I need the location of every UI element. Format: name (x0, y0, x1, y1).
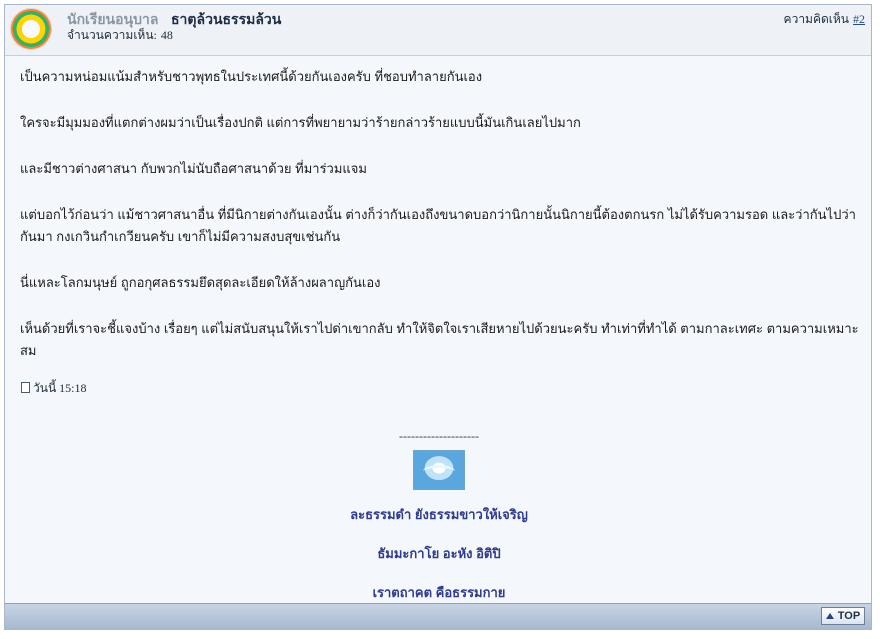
message-paragraph: และมีชาวต่างศาสนา กับพวกไม่นับถือศาสนาด้… (20, 161, 367, 176)
comment-number: ความคิดเห็น #2 (784, 10, 865, 29)
post-body: เป็นความหน่อมแน้มสำหรับชาวพุทธในประเทศนี… (20, 66, 860, 386)
signature-line: ธัมมะกาโย อะหัง อิติปิ (377, 546, 501, 561)
signature-line: เราตถาคต คือธรรมกาย (372, 585, 506, 600)
top-button-label: TOP (837, 610, 861, 622)
timestamp-text: วันนี้ 15:18 (33, 381, 87, 395)
signature: -------------------- ละธรรมดำ ยังธรรมขาว… (5, 429, 873, 603)
signature-line: ละธรรมดำ ยังธรรมขาวให้เจริญ (350, 507, 528, 522)
post-timestamp: วันนี้ 15:18 (21, 379, 86, 398)
arrow-up-icon (825, 613, 834, 619)
post-count: จำนวนความเห็น: 48 (67, 26, 173, 45)
post-footer: TOP (5, 603, 871, 629)
username[interactable]: ธาตุล้วนธรรมล้วน (171, 9, 281, 31)
signature-image (413, 450, 465, 490)
avatar[interactable] (10, 8, 52, 50)
comment-label: ความคิดเห็น (783, 12, 849, 26)
signature-divider: -------------------- (399, 429, 479, 443)
forum-post: นักเรียนอนุบาล ธาตุล้วนธรรมล้วน จำนวนควา… (4, 4, 872, 630)
message-paragraph: ใครจะมีมุมมองที่แตกต่างผมว่าเป็นเรื่องปก… (20, 115, 581, 130)
document-icon (21, 382, 30, 393)
top-button[interactable]: TOP (821, 607, 865, 625)
message-paragraph: แต่บอกไว้ก่อนว่า แม้ชาวศาสนาอื่น ที่มีนิ… (20, 207, 856, 244)
message-paragraph: เห็นด้วยที่เราจะชี้แจงบ้าง เรื่อยๆ แต่ไม… (20, 321, 859, 358)
message-paragraph: นี่แหละโลกมนุษย์ ถูกอกุศลธรรมยึดสุดละเอี… (20, 275, 381, 290)
message-paragraph: เป็นความหน่อมแน้มสำหรับชาวพุทธในประเทศนี… (20, 69, 483, 84)
post-count-value: 48 (160, 28, 173, 42)
comment-permalink[interactable]: #2 (853, 12, 865, 26)
post-header: นักเรียนอนุบาล ธาตุล้วนธรรมล้วน จำนวนควา… (5, 5, 871, 56)
post-count-label: จำนวนความเห็น: (67, 28, 157, 42)
